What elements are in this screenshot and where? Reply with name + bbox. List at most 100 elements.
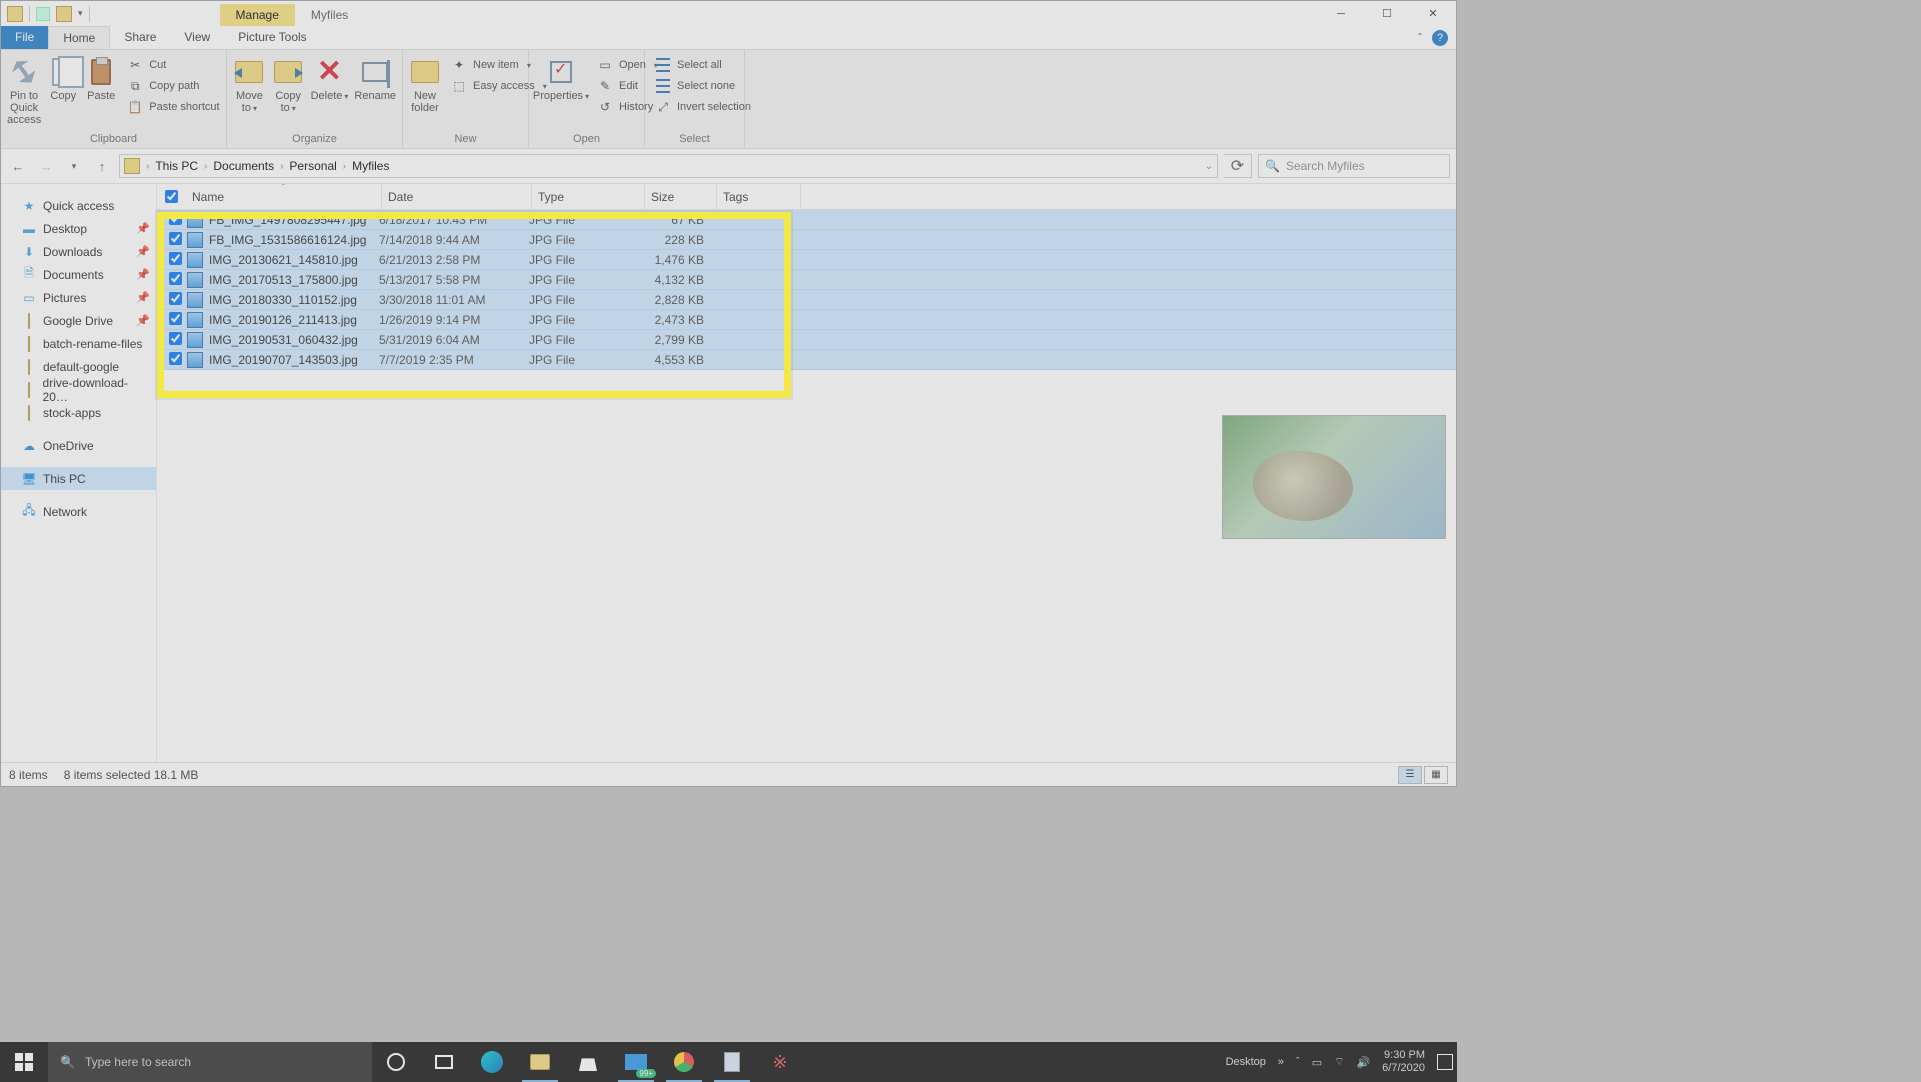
cut-button[interactable]: ✂Cut: [123, 56, 223, 74]
breadcrumb-this-pc[interactable]: This PC: [151, 159, 202, 173]
tray-volume-icon[interactable]: 🔊: [1356, 1056, 1370, 1069]
qat-dropdown-icon[interactable]: ▾: [78, 8, 83, 19]
file-row[interactable]: FB_IMG_1497808295447.jpg 6/18/2017 10:43…: [157, 210, 1456, 230]
nav-batch-rename[interactable]: batch-rename-files: [1, 332, 156, 355]
maximize-button[interactable]: ☐: [1364, 1, 1410, 26]
file-size: 2,828 KB: [642, 293, 712, 307]
recent-locations-button[interactable]: ▾: [63, 155, 85, 177]
nav-google-drive[interactable]: Google Drive📌: [1, 309, 156, 332]
taskbar-search[interactable]: 🔍 Type here to search: [48, 1042, 372, 1082]
new-folder-button[interactable]: New folder: [409, 52, 441, 114]
taskbar-explorer[interactable]: [516, 1042, 564, 1082]
nav-pictures[interactable]: ▭Pictures📌: [1, 286, 156, 309]
rename-button[interactable]: Rename: [354, 52, 396, 102]
tab-home[interactable]: Home: [48, 26, 110, 49]
thumbnails-view-button[interactable]: ▦: [1424, 766, 1448, 784]
row-checkbox[interactable]: [169, 272, 182, 285]
breadcrumb-documents[interactable]: Documents: [209, 159, 278, 173]
file-row[interactable]: IMG_20130621_145810.jpg 6/21/2013 2:58 P…: [157, 250, 1456, 270]
minimize-button[interactable]: ─: [1318, 1, 1364, 26]
qat-folder-icon[interactable]: [56, 6, 72, 22]
delete-button[interactable]: ✕Delete▾: [311, 52, 349, 102]
column-name[interactable]: Nameˆ: [186, 184, 382, 209]
file-row[interactable]: IMG_20190126_211413.jpg 1/26/2019 9:14 P…: [157, 310, 1456, 330]
search-box[interactable]: 🔍 Search Myfiles: [1258, 154, 1450, 178]
invert-selection-button[interactable]: ⤢Invert selection: [651, 98, 755, 116]
tray-battery-icon[interactable]: ▭: [1312, 1056, 1322, 1069]
sort-asc-icon: ˆ: [282, 184, 285, 192]
tray-wifi-icon[interactable]: ⌔: [1334, 1055, 1344, 1069]
qat-properties-icon[interactable]: [36, 7, 50, 21]
breadcrumb-dropdown-icon[interactable]: ⌄: [1205, 161, 1213, 172]
nav-downloads[interactable]: ⬇Downloads📌: [1, 240, 156, 263]
file-row[interactable]: IMG_20190531_060432.jpg 5/31/2019 6:04 A…: [157, 330, 1456, 350]
up-button[interactable]: ↑: [91, 155, 113, 177]
tab-picture-tools[interactable]: Picture Tools: [224, 26, 320, 49]
tab-view[interactable]: View: [170, 26, 224, 49]
row-checkbox[interactable]: [169, 332, 182, 345]
breadcrumb-personal[interactable]: Personal: [285, 159, 340, 173]
nav-onedrive[interactable]: ☁OneDrive: [1, 434, 156, 457]
tray-overflow-icon[interactable]: »: [1278, 1056, 1284, 1068]
help-icon[interactable]: ?: [1432, 30, 1448, 46]
row-checkbox[interactable]: [169, 312, 182, 325]
properties-button[interactable]: Properties▾: [535, 52, 587, 102]
copy-button[interactable]: Copy: [47, 52, 79, 102]
context-tab-manage[interactable]: Manage: [220, 4, 295, 26]
nav-stock-apps[interactable]: stock-apps: [1, 401, 156, 424]
select-all-checkbox[interactable]: [165, 190, 178, 203]
taskbar-mail[interactable]: 99+: [612, 1042, 660, 1082]
nav-drive-download[interactable]: drive-download-20…: [1, 378, 156, 401]
breadcrumb-myfiles[interactable]: Myfiles: [348, 159, 393, 173]
file-row[interactable]: IMG_20170513_175800.jpg 5/13/2017 5:58 P…: [157, 270, 1456, 290]
copy-to-button[interactable]: Copy to▾: [272, 52, 305, 114]
nav-desktop[interactable]: ▬Desktop📌: [1, 217, 156, 240]
file-size: 4,553 KB: [642, 353, 712, 367]
copy-path-button[interactable]: ⧉Copy path: [123, 77, 223, 95]
forward-button[interactable]: →: [35, 155, 57, 177]
tab-file[interactable]: File: [1, 26, 48, 49]
tray-chevron-icon[interactable]: ˆ: [1296, 1056, 1300, 1068]
details-view-button[interactable]: ☰: [1398, 766, 1422, 784]
nav-documents[interactable]: 🗎Documents📌: [1, 263, 156, 286]
ribbon-collapse-icon[interactable]: ˆ: [1418, 31, 1422, 45]
column-date[interactable]: Date: [382, 184, 532, 209]
tray-desktop-label[interactable]: Desktop: [1226, 1056, 1266, 1068]
file-row[interactable]: FB_IMG_1531586616124.jpg 7/14/2018 9:44 …: [157, 230, 1456, 250]
column-type[interactable]: Type: [532, 184, 645, 209]
pin-to-quick-access-button[interactable]: Pin to Quick access: [7, 52, 41, 126]
nav-this-pc[interactable]: 🖥This PC: [1, 467, 156, 490]
row-checkbox[interactable]: [169, 252, 182, 265]
taskbar-notepad[interactable]: [708, 1042, 756, 1082]
file-row[interactable]: IMG_20180330_110152.jpg 3/30/2018 11:01 …: [157, 290, 1456, 310]
close-button[interactable]: ✕: [1410, 1, 1456, 26]
tray-notifications-icon[interactable]: [1437, 1054, 1453, 1070]
taskbar-store[interactable]: [564, 1042, 612, 1082]
paste-shortcut-button[interactable]: 📋Paste shortcut: [123, 98, 223, 116]
task-view-button[interactable]: [420, 1042, 468, 1082]
row-checkbox[interactable]: [169, 232, 182, 245]
refresh-button[interactable]: ⟳: [1224, 154, 1252, 178]
nav-quick-access[interactable]: ★Quick access: [1, 194, 156, 217]
move-to-button[interactable]: Move to▾: [233, 52, 266, 114]
tab-share[interactable]: Share: [110, 26, 170, 49]
paste-button[interactable]: Paste: [85, 52, 117, 102]
back-button[interactable]: ←: [7, 155, 29, 177]
breadcrumb[interactable]: › This PC› Documents› Personal› Myfiles …: [119, 154, 1218, 178]
select-none-button[interactable]: Select none: [651, 77, 755, 95]
start-button[interactable]: [0, 1042, 48, 1082]
cortana-button[interactable]: [372, 1042, 420, 1082]
taskbar-chrome[interactable]: [660, 1042, 708, 1082]
nav-network[interactable]: 🖧Network: [1, 500, 156, 523]
file-row[interactable]: IMG_20190707_143503.jpg 7/7/2019 2:35 PM…: [157, 350, 1456, 370]
row-checkbox[interactable]: [169, 352, 182, 365]
select-all-button[interactable]: Select all: [651, 56, 755, 74]
row-checkbox[interactable]: [169, 212, 182, 225]
tray-clock[interactable]: 9:30 PM 6/7/2020: [1382, 1049, 1425, 1074]
column-size[interactable]: Size: [645, 184, 717, 209]
taskbar-app[interactable]: ※: [756, 1042, 804, 1082]
taskbar-edge[interactable]: [468, 1042, 516, 1082]
row-checkbox[interactable]: [169, 292, 182, 305]
column-tags[interactable]: Tags: [717, 184, 801, 209]
file-type: JPG File: [529, 353, 642, 367]
